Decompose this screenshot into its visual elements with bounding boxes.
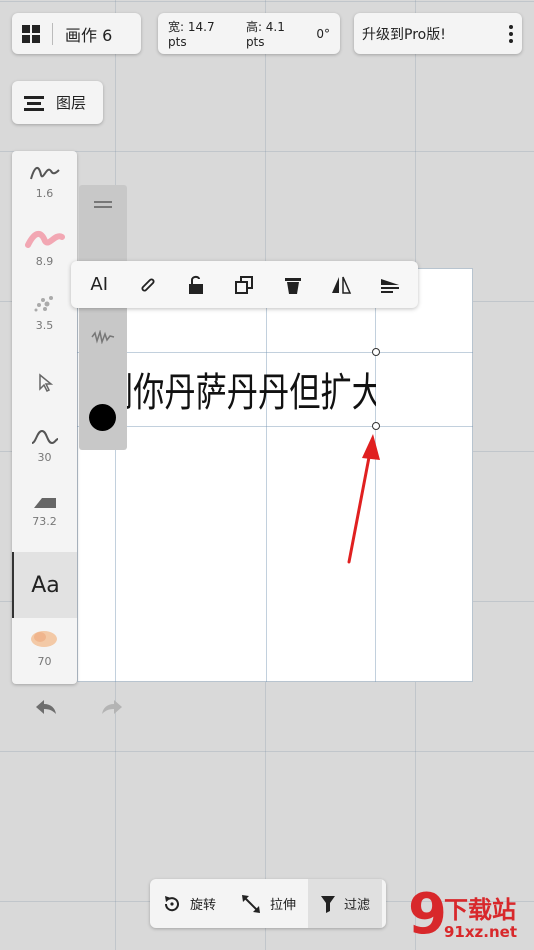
drawing-canvas[interactable] (77, 268, 473, 682)
angle-readout: 0° (316, 26, 330, 41)
annotation-arrow-icon (347, 434, 380, 564)
tool-value: 30 (37, 451, 52, 464)
redo-button[interactable] (100, 697, 124, 722)
filter-button[interactable]: 过滤 (308, 879, 383, 928)
tool-value: 70 (37, 655, 52, 668)
stretch-icon (242, 894, 261, 913)
menu-card: 画作 6 (12, 13, 141, 54)
cursor-arrow-icon (38, 373, 53, 393)
transform-toolbar: 旋转 拉伸 过滤 (150, 879, 386, 928)
guide-horizontal (77, 426, 473, 427)
tool-text[interactable]: Aa (12, 552, 77, 618)
flip-horizontal-icon (332, 276, 352, 294)
tool-curve[interactable]: 30 (12, 427, 77, 464)
edit-text-button[interactable]: AI (85, 271, 113, 299)
filter-funnel-icon (321, 895, 336, 913)
lock-button[interactable] (182, 271, 210, 299)
tool-spray[interactable]: 3.5 (12, 291, 77, 332)
rotate-button[interactable]: 旋转 (150, 879, 228, 928)
watermark-logo: 9 下载站 91xz.net (408, 882, 534, 950)
pencil-stroke-icon (29, 167, 60, 180)
curve-stroke-icon (31, 429, 58, 445)
align-button[interactable] (376, 271, 404, 299)
tool-palette: 1.6 8.9 3.5 30 73.2 Aa 70 (12, 151, 77, 684)
upgrade-card: 升级到Pro版! (354, 13, 522, 54)
dimensions-card: 宽: 14.7 pts 高: 4.1 pts 0° (158, 13, 340, 54)
text-context-toolbar: AI (71, 261, 418, 308)
spray-stroke-icon (34, 296, 53, 312)
undo-button[interactable] (34, 697, 58, 722)
tool-select[interactable] (12, 373, 77, 393)
unlock-icon (189, 275, 204, 294)
delete-button[interactable] (279, 271, 307, 299)
more-vertical-icon[interactable] (508, 24, 514, 44)
tool-pencil[interactable]: 1.6 (12, 161, 77, 200)
eraser-icon (33, 498, 56, 508)
rotate-label: 旋转 (190, 898, 217, 913)
tool-smudge[interactable]: 70 (12, 627, 77, 668)
redo-icon (102, 700, 122, 714)
stretch-button[interactable]: 拉伸 (228, 879, 308, 928)
text-align-icon (380, 278, 399, 293)
filter-label: 过滤 (344, 898, 371, 913)
duplicate-button[interactable] (230, 271, 258, 299)
tool-value: 8.9 (35, 255, 54, 268)
tool-eraser[interactable]: 73.2 (12, 495, 77, 528)
resize-handle-top[interactable] (372, 348, 380, 356)
grid-menu-icon[interactable] (22, 24, 40, 43)
rotate-icon (164, 895, 179, 911)
handle-lines-icon[interactable] (94, 201, 112, 209)
tool-marker[interactable]: 8.9 (12, 227, 77, 268)
divider (52, 22, 53, 45)
tool-value: 3.5 (35, 319, 54, 332)
width-readout: 宽: 14.7 pts (168, 20, 215, 49)
layers-button[interactable]: 图层 (12, 81, 103, 124)
smudge-blob-icon (30, 631, 57, 647)
watermark-url: 91xz.net (444, 923, 518, 941)
marker-stroke-icon (24, 231, 65, 248)
duplicate-icon (235, 275, 254, 294)
layers-label: 图层 (56, 94, 87, 112)
drawing-title[interactable]: 画作 6 (65, 22, 112, 46)
height-readout: 高: 4.1 pts (245, 20, 285, 49)
layers-icon (24, 95, 44, 111)
canvas-text: 到你丹萨丹丹但扩大撒啊 (110, 370, 376, 416)
trash-icon (284, 277, 301, 294)
resize-handle-bottom[interactable] (372, 422, 380, 430)
stretch-label: 拉伸 (270, 898, 297, 913)
paperclip-icon (141, 277, 155, 292)
tool-value: 1.6 (35, 187, 54, 200)
text-tool-label: Aa (31, 572, 60, 598)
current-color-swatch[interactable] (89, 404, 116, 431)
stroke-preview-icon[interactable] (91, 330, 115, 344)
guide-vertical (266, 268, 267, 682)
tool-value: 73.2 (32, 515, 57, 528)
edit-text-icon: AI (90, 274, 109, 295)
canvas-text-box[interactable]: 到你丹萨丹丹但扩大撒啊 (110, 352, 376, 426)
undo-icon (36, 700, 56, 714)
flip-button[interactable] (327, 271, 355, 299)
watermark-mark: 9 (408, 882, 447, 947)
watermark-name: 下载站 (444, 896, 516, 924)
upgrade-pro-button[interactable]: 升级到Pro版! (362, 24, 446, 44)
attach-button[interactable] (134, 271, 162, 299)
